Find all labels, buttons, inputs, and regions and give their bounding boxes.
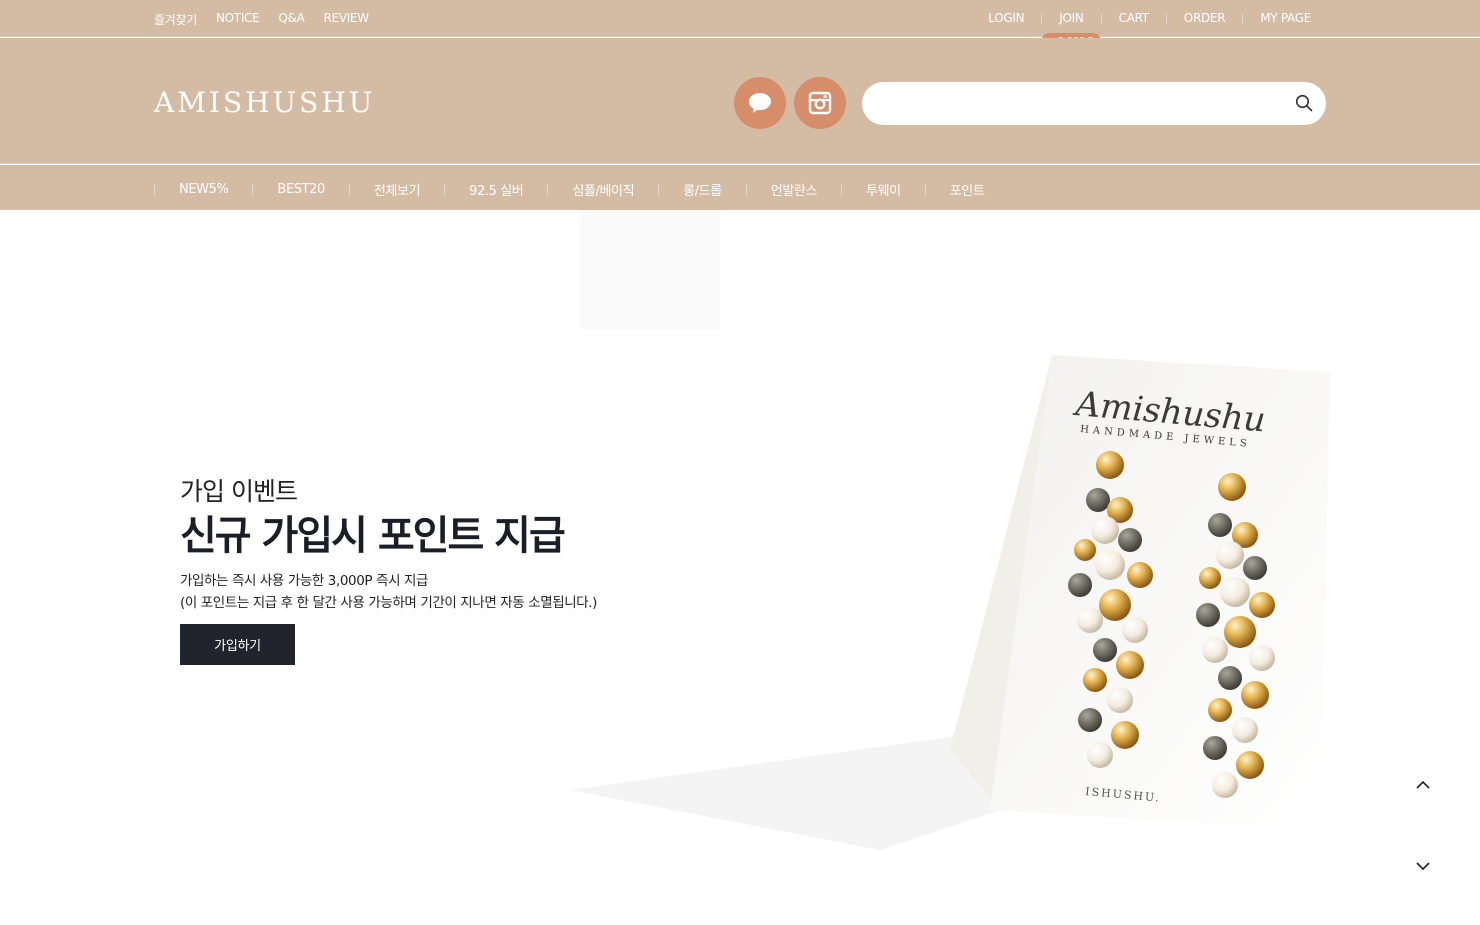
qna-link[interactable]: Q&A bbox=[278, 11, 304, 28]
hero-title: 신규 가입시 포인트 지급 bbox=[180, 513, 566, 559]
chevron-down-icon bbox=[1416, 862, 1430, 871]
join-cta-button[interactable]: 가입하기 bbox=[180, 624, 295, 665]
divider bbox=[1041, 13, 1043, 23]
review-link[interactable]: REVIEW bbox=[324, 11, 370, 28]
site-logo[interactable]: AMISHUSHU bbox=[154, 86, 375, 119]
divider bbox=[1100, 13, 1102, 23]
category-unbalance[interactable]: 언발란스 bbox=[747, 180, 841, 199]
category-best[interactable]: BEST20 bbox=[253, 182, 348, 197]
search-icon[interactable] bbox=[1294, 93, 1314, 113]
cart-link[interactable]: CART bbox=[1119, 11, 1149, 25]
category-point[interactable]: 포인트 bbox=[926, 180, 1009, 199]
instagram-icon bbox=[808, 91, 832, 115]
category-silver[interactable]: 92.5 실버 bbox=[445, 180, 547, 199]
join-link[interactable]: JOIN +3,000 P bbox=[1041, 11, 1102, 50]
order-link[interactable]: ORDER bbox=[1184, 11, 1226, 25]
top-right-links: LOGIN JOIN +3,000 P CART ORDER MY PAGE bbox=[988, 11, 1311, 50]
category-nav: NEW5% BEST20 전체보기 92.5 실버 심플/베이직 롱/드롭 언발… bbox=[0, 165, 1480, 210]
divider bbox=[1165, 13, 1167, 23]
scroll-top-button[interactable] bbox=[1410, 772, 1436, 798]
hero-description-line1: 가입하는 즉시 사용 가능한 3,000P 즉시 지급 bbox=[180, 573, 429, 589]
category-new[interactable]: NEW5% bbox=[155, 182, 252, 197]
kakao-talk-button[interactable] bbox=[734, 77, 786, 129]
search-input[interactable] bbox=[882, 82, 1282, 125]
login-link[interactable]: LOGIN bbox=[988, 11, 1024, 25]
chevron-up-icon bbox=[1416, 780, 1430, 789]
hero-eyebrow: 가입 이벤트 bbox=[180, 477, 298, 506]
hero-banner: Amishushu HANDMADE JEWELS ISHUSHU. 가입 이벤… bbox=[0, 210, 1480, 925]
scroll-bottom-button[interactable] bbox=[1410, 853, 1436, 879]
top-left-links: 즐겨찾기 NOTICE Q&A REVIEW bbox=[154, 11, 369, 28]
join-label: JOIN bbox=[1059, 11, 1084, 25]
hero-description: 가입하는 즉시 사용 가능한 3,000P 즉시 지급 (이 포인트는 지급 후… bbox=[180, 570, 597, 614]
hero-text-block: 가입 이벤트 신규 가입시 포인트 지급 가입하는 즉시 사용 가능한 3,00… bbox=[180, 472, 597, 614]
category-long-drop[interactable]: 롱/드롭 bbox=[659, 180, 746, 199]
top-utility-bar: 즐겨찾기 NOTICE Q&A REVIEW LOGIN JOIN +3,000… bbox=[0, 0, 1480, 50]
divider bbox=[1242, 13, 1244, 23]
category-all[interactable]: 전체보기 bbox=[350, 180, 444, 199]
bookmark-link[interactable]: 즐겨찾기 bbox=[154, 11, 197, 28]
instagram-button[interactable] bbox=[794, 77, 846, 129]
mypage-link[interactable]: MY PAGE bbox=[1260, 11, 1311, 25]
earring-product-image: Amishushu HANDMADE JEWELS ISHUSHU. bbox=[570, 210, 1330, 850]
category-simple[interactable]: 심플/베이직 bbox=[548, 180, 658, 199]
notice-link[interactable]: NOTICE bbox=[216, 11, 260, 28]
site-header: AMISHUSHU bbox=[0, 38, 1480, 164]
speech-bubble-icon bbox=[749, 93, 771, 113]
hero-description-line2: (이 포인트는 지급 후 한 달간 사용 가능하며 기간이 지나면 자동 소멸됩… bbox=[180, 595, 598, 611]
category-two-way[interactable]: 투웨이 bbox=[842, 180, 925, 199]
search-bar bbox=[862, 82, 1326, 125]
category-list: NEW5% BEST20 전체보기 92.5 실버 심플/베이직 롱/드롭 언발… bbox=[154, 180, 1008, 199]
